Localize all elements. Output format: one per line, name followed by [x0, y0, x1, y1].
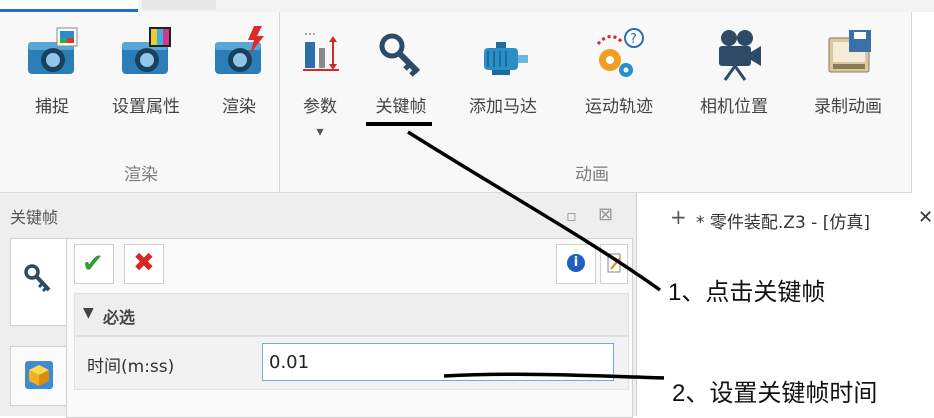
pointer-line	[443, 372, 665, 380]
annotation-step1: 1、点击关键帧	[668, 279, 826, 306]
annotation-overlay	[366, 122, 665, 380]
pointer-line	[407, 130, 662, 292]
annotation-step2: 2、设置关键帧时间	[672, 380, 878, 407]
